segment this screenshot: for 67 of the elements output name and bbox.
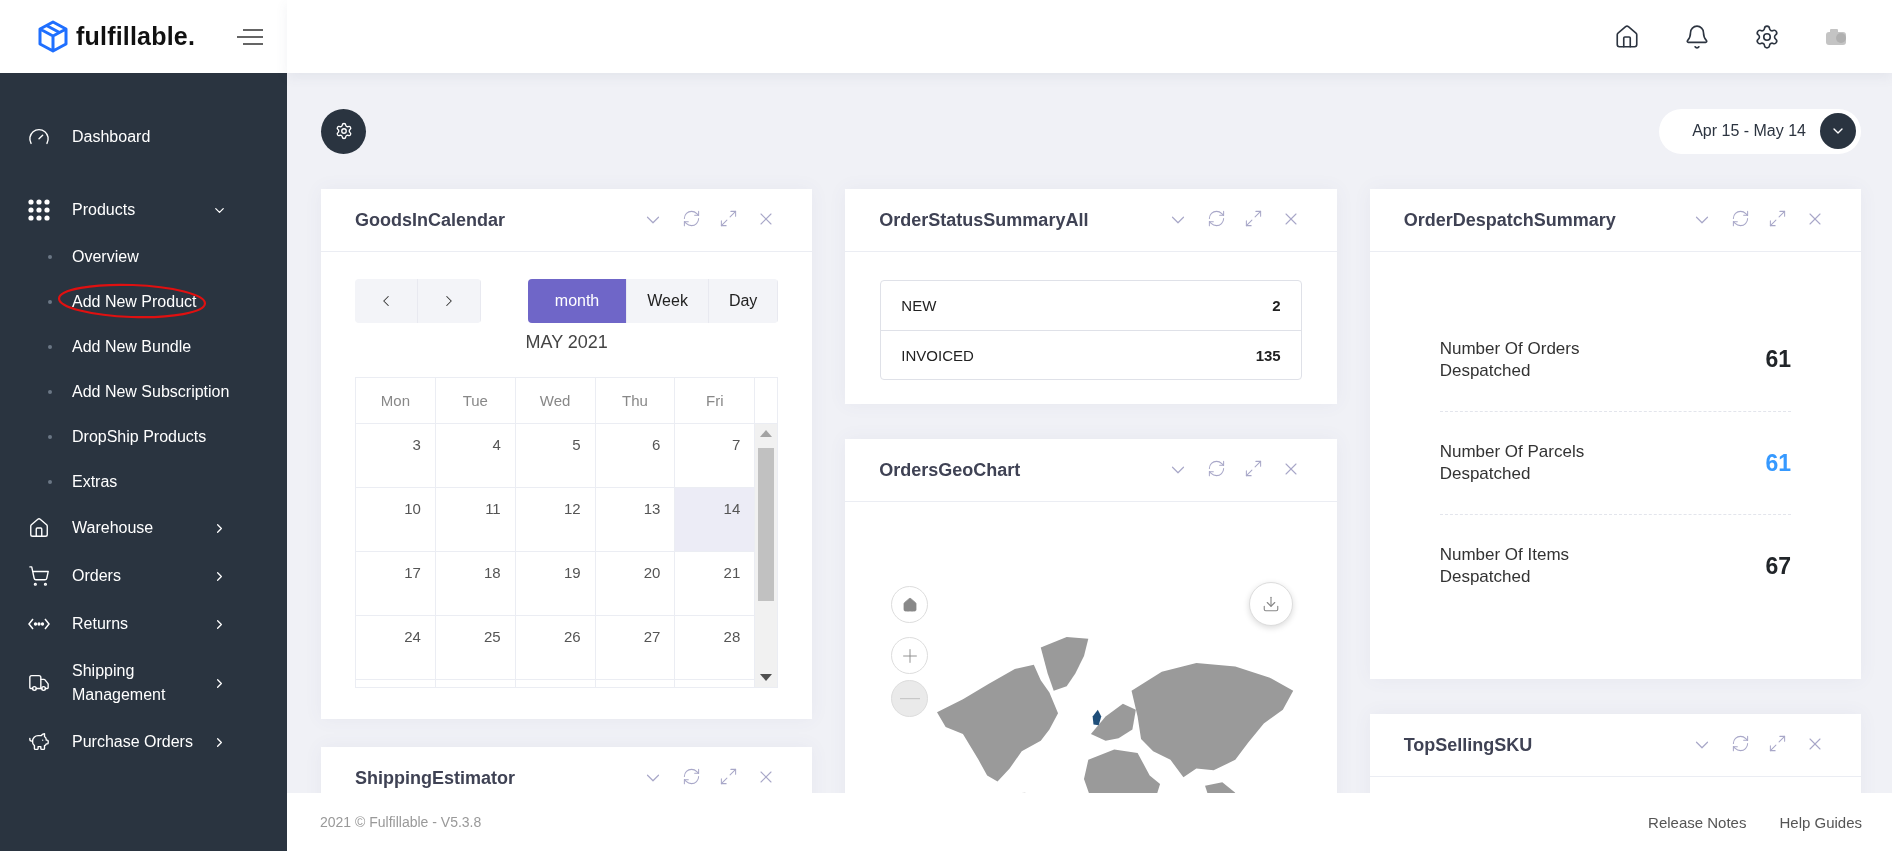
view-tab[interactable]: Week [627, 279, 709, 323]
date-range-picker[interactable]: Apr 15 - May 14 [1659, 108, 1861, 154]
sidebar-subitem[interactable]: Extras [0, 459, 287, 504]
sidebar-subitem[interactable]: DropShip Products [0, 414, 287, 459]
status-count: 2 [1272, 297, 1281, 314]
cart-icon [28, 565, 50, 587]
footer-link[interactable]: Help Guides [1779, 813, 1862, 831]
sidebar-item[interactable]: Orders [0, 552, 287, 600]
weekday-header: Fri [675, 378, 756, 423]
weekday-header: Thu [595, 378, 676, 423]
sidebar-item[interactable]: Returns [0, 600, 287, 648]
stat-value: 67 [1765, 552, 1791, 580]
home-icon[interactable] [1614, 23, 1640, 50]
view-tab[interactable]: month [527, 279, 628, 323]
dots-grid-icon [28, 199, 50, 221]
sidebar-item[interactable]: Dashboard [0, 113, 287, 161]
down-triangle-icon[interactable] [760, 674, 773, 681]
widget-title: OrderDespatchSummary [1403, 209, 1617, 231]
day-cell[interactable]: 14 [675, 488, 756, 551]
stat-label: Number Of Parcels Despatched [1439, 441, 1586, 485]
status-count: 135 [1255, 346, 1281, 364]
sidebar-subitem[interactable]: Add New Product [0, 279, 287, 324]
scrollbar[interactable] [755, 424, 778, 687]
sidebar-subitem[interactable]: Overview [0, 234, 287, 279]
footer-link[interactable]: Release Notes [1648, 813, 1747, 831]
status-label: NEW [901, 297, 937, 314]
sidebar-item[interactable]: Shipping Management [0, 648, 287, 718]
stat-value: 61 [1765, 449, 1791, 477]
settings-icon[interactable] [1754, 23, 1780, 50]
download-button[interactable] [1248, 582, 1293, 626]
stat-label: Number Of Items Despatched [1439, 544, 1571, 588]
menu-icon[interactable] [237, 28, 263, 45]
sidebar-item[interactable]: Purchase Orders [0, 718, 287, 766]
view-tab[interactable]: Day [708, 279, 779, 323]
dotted-arrows-icon [28, 617, 50, 631]
sidebar-subitem[interactable]: Add New Subscription [0, 369, 287, 414]
minus-icon [899, 697, 920, 700]
status-label: INVOICED [901, 346, 974, 364]
weekday-header: Tue [435, 378, 516, 423]
sidebar-item[interactable]: Products [0, 186, 287, 234]
notifications-bell-icon[interactable] [1684, 23, 1710, 50]
piggy-bank-icon [28, 731, 50, 753]
widget-title: ShippingEstimator [355, 767, 516, 789]
house-icon [901, 596, 918, 613]
weekday-header: Wed [515, 378, 596, 423]
zoom-out-button[interactable] [891, 680, 929, 717]
copyright-text: 2021 © Fulfillable - V5.3.8 [320, 814, 483, 830]
sidebar-item[interactable]: Warehouse [0, 504, 287, 552]
download-icon [1261, 595, 1280, 613]
widget-title: OrderStatusSummaryAll [879, 209, 1090, 231]
stat-label: Number Of Orders Despatched [1439, 337, 1581, 382]
widget-title: GoodsInCalendar [355, 209, 507, 231]
up-triangle-icon[interactable] [760, 430, 773, 437]
zoom-in-button[interactable] [891, 637, 929, 674]
weekday-header: Mon [356, 378, 436, 423]
widget-title: TopSellingSKU [1403, 734, 1534, 756]
cube-logo-icon [38, 20, 68, 53]
stat-value: 61 [1765, 346, 1791, 373]
map-home-button[interactable] [891, 586, 929, 623]
month-title: MAY 2021 [524, 332, 609, 353]
brand-name: fulfillable. [76, 22, 196, 51]
truck-icon [28, 672, 50, 694]
sidebar-subitem[interactable]: Add New Bundle [0, 324, 287, 369]
settings-icon [334, 122, 353, 140]
widget-title: OrdersGeoChart [879, 459, 1022, 481]
house-icon [28, 517, 50, 539]
settings-button[interactable] [321, 108, 366, 154]
